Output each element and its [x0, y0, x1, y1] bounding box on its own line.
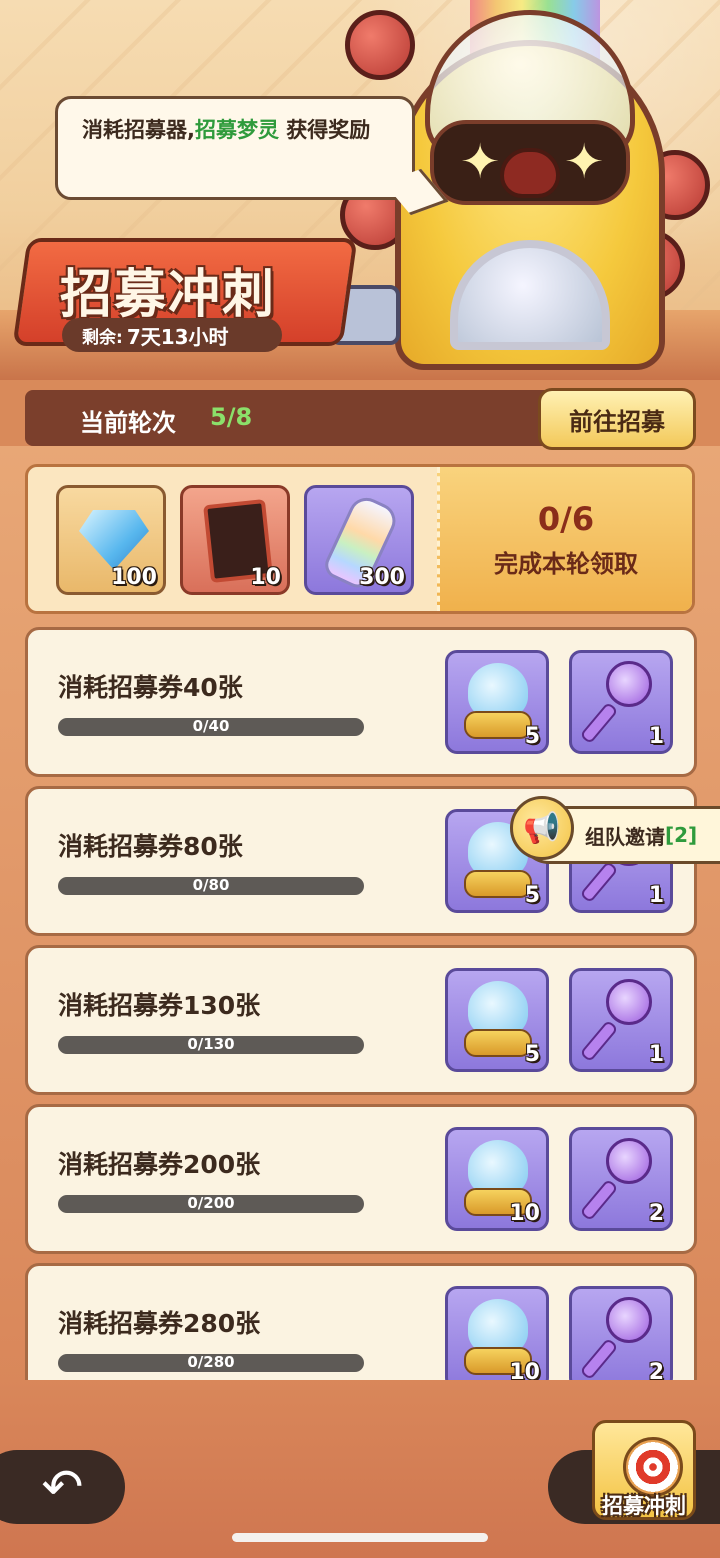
task-label: 消耗招募券80张 — [58, 832, 243, 861]
speech-bubble: 消耗招募器,招募梦灵 获得奖励 — [55, 96, 415, 200]
task-progress-text: 0/40 — [192, 718, 230, 735]
purple-key-stem — [579, 1178, 619, 1222]
robot-mouth — [500, 148, 560, 198]
reward-count: 100 — [111, 565, 157, 590]
reward-item-card-fragment[interactable]: 10 — [180, 485, 290, 595]
team-invite-count: [2] — [665, 823, 698, 847]
task-progress-bar: 0/130 — [58, 1036, 364, 1054]
robot-arm-icon — [345, 10, 415, 80]
diamond-icon — [79, 510, 149, 570]
task-label: 消耗招募券130张 — [58, 991, 261, 1020]
spirit-core-base — [464, 870, 532, 898]
remaining-value: 7天13小时 — [126, 324, 229, 349]
task-progress-text: 0/280 — [187, 1354, 235, 1371]
task-card: 消耗招募券200张 0/200 10 2 — [25, 1104, 697, 1254]
event-banner: ✦ ✦ 消耗招募器,招募梦灵 获得奖励 招募冲刺 剩余: 7天13小时 — [0, 0, 720, 380]
task-progress-bar: 0/280 — [58, 1354, 364, 1372]
goto-recruit-button[interactable]: 前往招募 — [538, 388, 696, 450]
purple-key-icon — [606, 979, 652, 1025]
reward-count: 300 — [359, 565, 405, 590]
task-reward-spirit-core[interactable]: 5 — [445, 968, 549, 1072]
purple-key-icon — [606, 1297, 652, 1343]
purple-key-icon — [606, 661, 652, 707]
purple-key-stem — [579, 701, 619, 745]
task-label: 消耗招募券280张 — [58, 1309, 261, 1338]
round-value: 5/8 — [210, 403, 253, 431]
team-invite-label: 组队邀请 — [585, 824, 665, 849]
remaining-label: 剩余: — [82, 327, 123, 348]
speech-text-suffix: 获得奖励 — [278, 118, 371, 142]
reward-item-rainbow-bottle[interactable]: 300 — [304, 485, 414, 595]
task-reward-spirit-core[interactable]: 10 — [445, 1286, 549, 1390]
reward-count: 5 — [524, 1042, 540, 1067]
reward-count: 5 — [524, 724, 540, 749]
task-progress-text: 0/130 — [187, 1036, 235, 1053]
task-progress-text: 0/200 — [187, 1195, 235, 1212]
star-eye-icon: ✦ — [460, 134, 501, 190]
megaphone-icon[interactable]: 📢 — [510, 796, 574, 860]
event-title: 招募冲刺 — [60, 265, 277, 325]
task-reward-spirit-core[interactable]: 5 — [445, 650, 549, 754]
round-label: 当前轮次 — [80, 409, 176, 437]
target-icon — [623, 1437, 683, 1497]
task-label: 消耗招募券200张 — [58, 1150, 261, 1179]
reward-item-diamond[interactable]: 100 — [56, 485, 166, 595]
round-claim-area[interactable]: 0/6 完成本轮领取 — [437, 467, 692, 611]
task-label: 消耗招募券40张 — [58, 673, 243, 702]
remaining-time-badge: 剩余: 7天13小时 — [62, 318, 282, 352]
reward-count: 10 — [509, 1201, 540, 1226]
purple-key-stem — [579, 1019, 619, 1063]
task-reward-purple-key[interactable]: 1 — [569, 650, 673, 754]
speech-text-prefix: 消耗招募器, — [82, 118, 195, 142]
task-card: 消耗招募券40张 0/40 5 1 — [25, 627, 697, 777]
home-indicator[interactable] — [232, 1533, 488, 1542]
round-reward-card: 100 10 300 0/6 完成本轮领取 — [25, 464, 695, 614]
task-card: 消耗招募券130张 0/130 5 1 — [25, 945, 697, 1095]
reward-count: 1 — [648, 724, 664, 749]
task-progress-bar: 0/80 — [58, 877, 364, 895]
round-claim-text: 完成本轮领取 — [494, 549, 638, 578]
back-arrow-icon: ↶ — [41, 1458, 84, 1516]
recruit-sprint-shortcut[interactable]: 招募冲刺 — [578, 1420, 710, 1548]
task-reward-spirit-core[interactable]: 10 — [445, 1127, 549, 1231]
reward-count: 1 — [648, 883, 664, 908]
task-reward-purple-key[interactable]: 1 — [569, 968, 673, 1072]
shortcut-label: 招募冲刺 — [602, 1494, 686, 1518]
purple-key-stem — [579, 860, 619, 904]
round-claim-progress: 0/6 — [537, 499, 595, 538]
task-progress-bar: 0/200 — [58, 1195, 364, 1213]
speech-text-highlight: 招募梦灵 — [194, 118, 279, 142]
reward-count: 5 — [524, 883, 540, 908]
purple-key-icon — [606, 1138, 652, 1184]
back-button[interactable]: ↶ — [0, 1450, 125, 1524]
reward-count: 1 — [648, 1042, 664, 1067]
task-progress-text: 0/80 — [192, 877, 230, 894]
task-reward-purple-key[interactable]: 2 — [569, 1286, 673, 1390]
spirit-core-base — [464, 1029, 532, 1057]
task-reward-purple-key[interactable]: 2 — [569, 1127, 673, 1231]
reward-count: 2 — [648, 1201, 664, 1226]
purple-key-stem — [579, 1337, 619, 1381]
reward-count: 10 — [250, 565, 281, 590]
spirit-core-base — [464, 711, 532, 739]
star-eye-icon: ✦ — [564, 134, 605, 190]
task-progress-bar: 0/40 — [58, 718, 364, 736]
